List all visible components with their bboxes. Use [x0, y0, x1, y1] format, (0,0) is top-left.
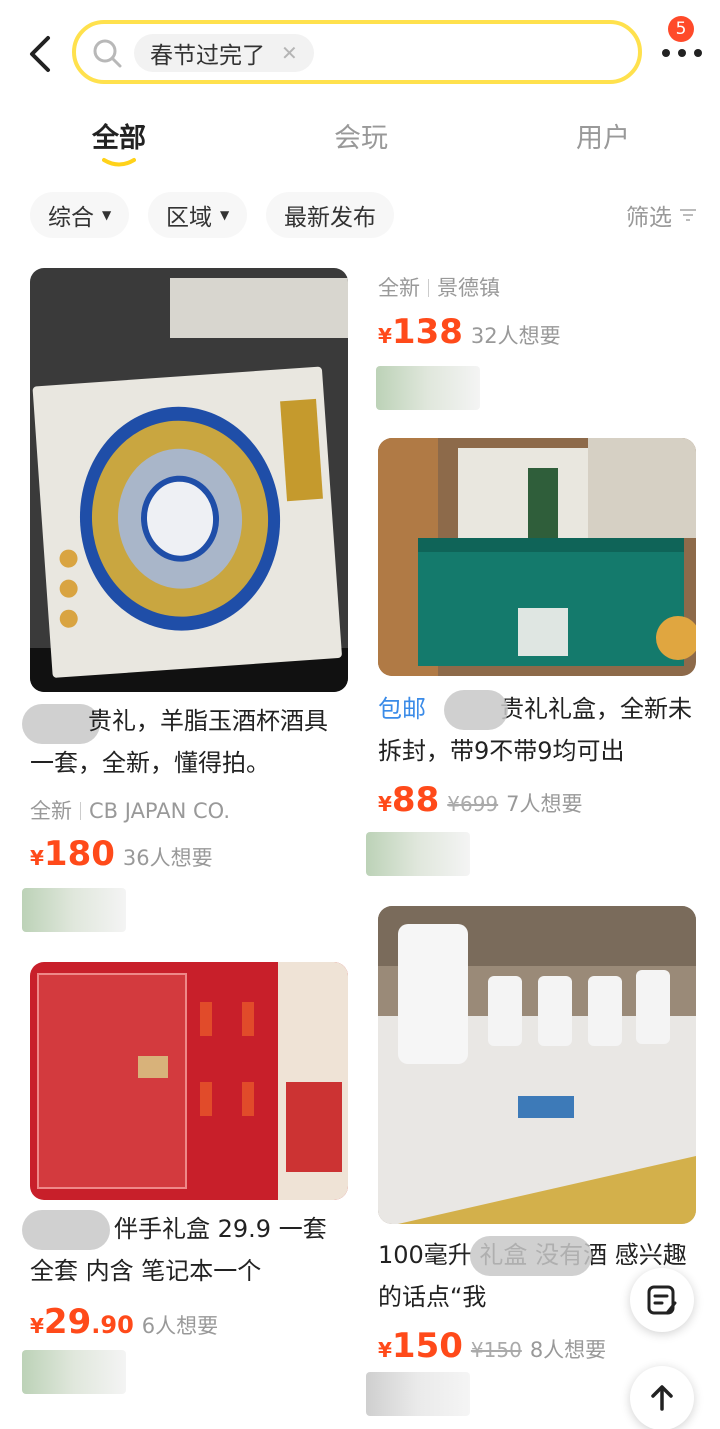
- original-price: ¥150: [470, 1338, 522, 1362]
- price-value: 88: [391, 780, 440, 820]
- price-value: 29: [43, 1302, 92, 1342]
- price-value: 138: [391, 312, 463, 352]
- back-arrow-icon[interactable]: [22, 32, 62, 76]
- item-price: ¥ 150 ¥150 8人想要: [378, 1326, 606, 1366]
- item-price: ¥ 138 32人想要: [378, 312, 561, 352]
- item-title[interactable]: 贵礼，羊脂玉酒杯酒具一套，全新，懂得拍。: [30, 700, 346, 784]
- want-count: 32人想要: [470, 324, 561, 348]
- search-query-chip[interactable]: 春节过完了 ✕: [134, 34, 314, 72]
- dropdown-caret-icon: ▼: [102, 208, 112, 222]
- clear-query-icon[interactable]: ✕: [281, 41, 298, 65]
- search-bar[interactable]: 春节过完了 ✕: [72, 20, 642, 84]
- seller-avatar-redacted[interactable]: [366, 832, 470, 876]
- arrow-up-icon: [651, 1385, 673, 1411]
- want-count: 6人想要: [141, 1314, 219, 1338]
- item-title[interactable]: 伴手礼盒 29.9 一套 全套 内含 笔记本一个: [30, 1208, 346, 1292]
- item-meta: 全新 景德镇: [378, 272, 500, 302]
- sort-filter-label: 综合: [48, 205, 94, 231]
- want-count: 8人想要: [529, 1338, 607, 1362]
- tab-users[interactable]: 用户: [576, 116, 630, 155]
- item-price: ¥ 29 .90 6人想要: [30, 1302, 218, 1342]
- price-value: 180: [43, 834, 115, 874]
- redacted-text: [444, 690, 508, 730]
- price-decimal: .90: [91, 1311, 134, 1339]
- want-count: 36人想要: [122, 846, 213, 870]
- latest-filter[interactable]: 最新发布: [266, 192, 394, 238]
- seller-avatar-redacted[interactable]: [22, 888, 126, 932]
- region-filter-label: 区域: [166, 205, 212, 231]
- redacted-text: [470, 1236, 592, 1276]
- tab-play[interactable]: 会玩: [334, 116, 388, 155]
- latest-filter-label: 最新发布: [284, 205, 376, 231]
- item-price: ¥ 88 ¥699 7人想要: [378, 780, 583, 820]
- price-value: 150: [391, 1326, 463, 1366]
- item-condition: 全新: [30, 799, 72, 823]
- item-price: ¥ 180 36人想要: [30, 834, 213, 874]
- want-count: 7人想要: [506, 792, 583, 816]
- screen-filter-label: 筛选: [626, 205, 672, 231]
- notification-badge: 5: [668, 16, 694, 42]
- edit-note-icon: [647, 1285, 677, 1315]
- item-image[interactable]: [30, 268, 348, 692]
- active-tab-indicator: [102, 152, 136, 167]
- search-query-text: 春节过完了: [150, 43, 265, 69]
- tab-all[interactable]: 全部: [92, 116, 146, 155]
- item-location: 景德镇: [437, 276, 500, 300]
- currency-symbol: ¥: [378, 324, 392, 348]
- search-results-page: 春节过完了 ✕ 5 全部 会玩 用户 综合 ▼ 区域 ▼ 最新发布 筛选 贵礼，…: [0, 0, 720, 1429]
- item-meta: 全新 CB JAPAN CO.: [30, 795, 230, 825]
- screen-filter[interactable]: 筛选: [626, 198, 698, 232]
- seller-avatar-redacted[interactable]: [376, 366, 480, 410]
- item-condition: 全新: [378, 276, 420, 300]
- seller-avatar-redacted[interactable]: [22, 1350, 126, 1394]
- dropdown-caret-icon: ▼: [220, 208, 230, 222]
- item-image[interactable]: [30, 962, 348, 1200]
- feedback-button[interactable]: [630, 1268, 694, 1332]
- region-filter[interactable]: 区域 ▼: [148, 192, 248, 238]
- free-shipping-tag: 包邮: [378, 695, 426, 723]
- original-price: ¥699: [447, 792, 499, 816]
- item-title[interactable]: 包邮 贵礼礼盒，全新未拆封，带9不带9均可出: [378, 688, 694, 772]
- search-icon: [92, 38, 122, 68]
- sort-filter[interactable]: 综合 ▼: [30, 192, 130, 238]
- more-options-icon[interactable]: [660, 40, 704, 64]
- filter-lines-icon: [680, 209, 696, 221]
- currency-symbol: ¥: [378, 1338, 392, 1362]
- item-image[interactable]: [378, 438, 696, 676]
- item-image[interactable]: [378, 906, 696, 1224]
- seller-avatar-redacted[interactable]: [366, 1372, 470, 1416]
- currency-symbol: ¥: [30, 1314, 44, 1338]
- back-to-top-button[interactable]: [630, 1366, 694, 1429]
- item-brand: CB JAPAN CO.: [89, 799, 231, 823]
- currency-symbol: ¥: [378, 792, 392, 816]
- currency-symbol: ¥: [30, 846, 44, 870]
